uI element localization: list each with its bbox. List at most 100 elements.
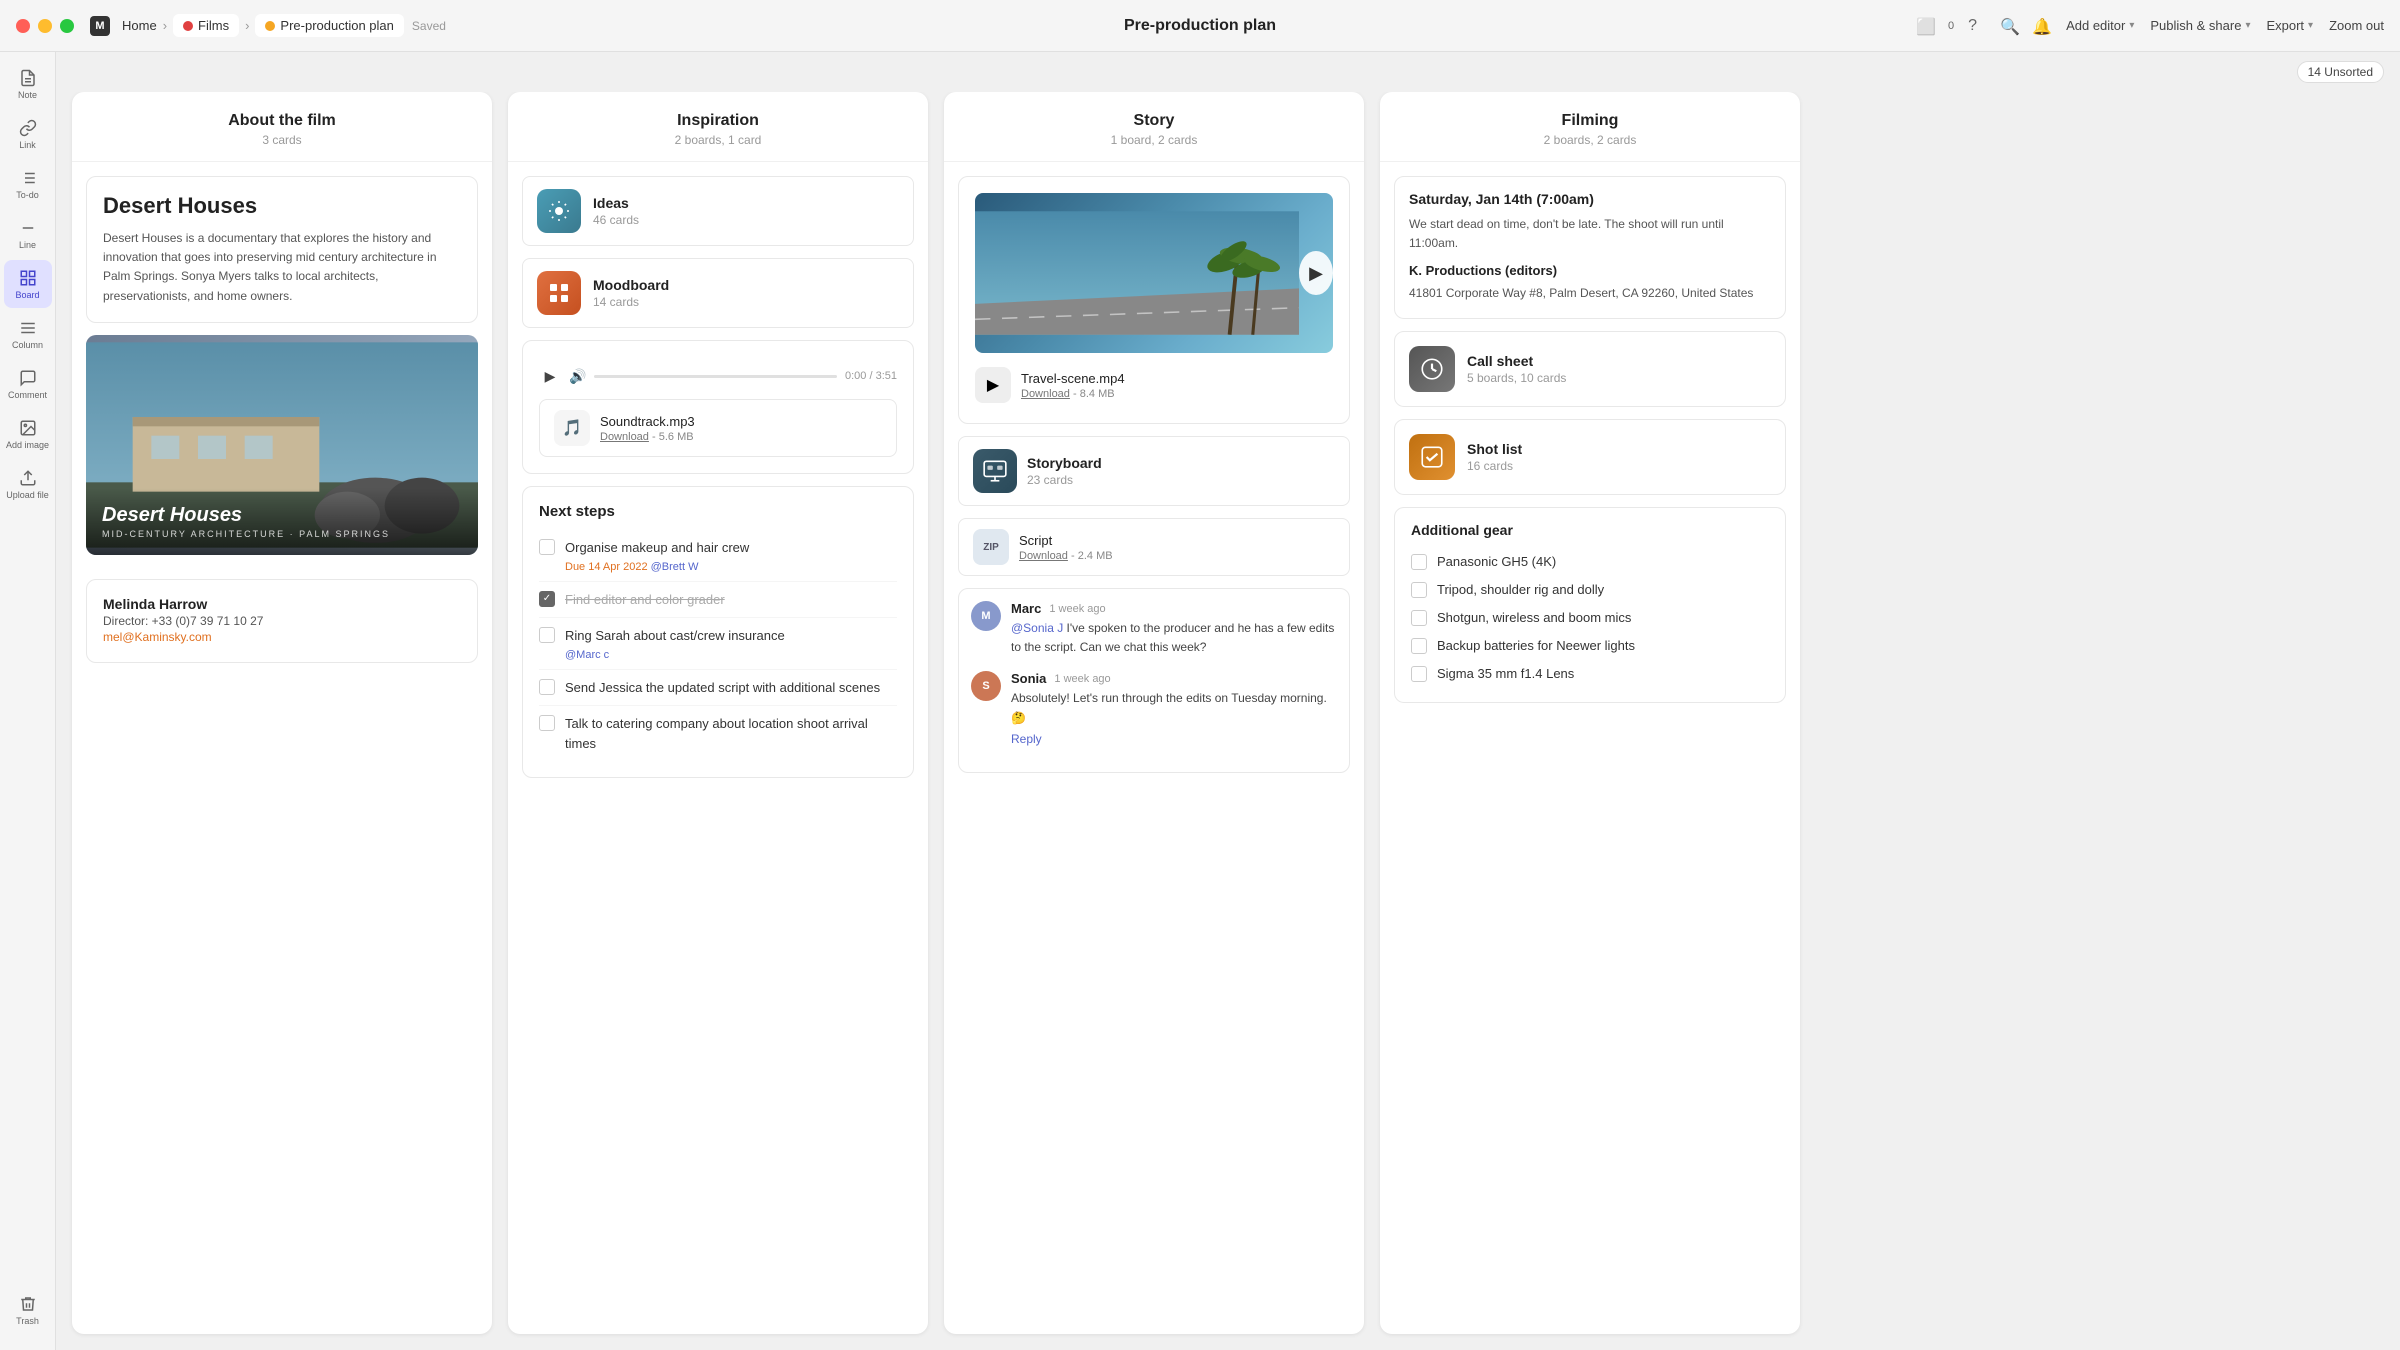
todo-checkbox-4[interactable] bbox=[539, 679, 555, 695]
minimize-button[interactable] bbox=[38, 19, 52, 33]
sidebar-item-link[interactable]: Link bbox=[4, 110, 52, 158]
call-sheet-link[interactable]: Call sheet 5 boards, 10 cards bbox=[1394, 331, 1786, 407]
sidebar-bottom: Trash bbox=[4, 1286, 52, 1342]
breadcrumb-home[interactable]: Home bbox=[122, 18, 157, 33]
contact-card: Melinda Harrow Director: +33 (0)7 39 71 … bbox=[86, 579, 478, 663]
gear-checkbox-5[interactable] bbox=[1411, 666, 1427, 682]
gear-checkbox-1[interactable] bbox=[1411, 554, 1427, 570]
todo-checkbox-5[interactable] bbox=[539, 715, 555, 731]
moodboard-link-card[interactable]: Moodboard 14 cards bbox=[522, 258, 914, 328]
storyboard-text: Storyboard 23 cards bbox=[1027, 455, 1102, 487]
inspiration-content: Ideas 46 cards Moodboard 14 cards bbox=[508, 162, 928, 792]
board-filming: Filming 2 boards, 2 cards Saturday, Jan … bbox=[1380, 92, 1800, 1334]
script-download-link[interactable]: Download bbox=[1019, 550, 1068, 562]
contact-email[interactable]: mel@Kaminsky.com bbox=[103, 630, 212, 644]
gear-item-5: Sigma 35 mm f1.4 Lens bbox=[1411, 660, 1769, 688]
board-about-film-header: About the film 3 cards bbox=[72, 92, 492, 162]
script-size-sep: - bbox=[1071, 550, 1078, 562]
about-film-content: Desert Houses Desert Houses is a documen… bbox=[72, 162, 492, 677]
video-download-link[interactable]: Download bbox=[1021, 388, 1070, 400]
todo-text-1: Organise makeup and hair crew bbox=[565, 538, 749, 558]
todo-text-3: Ring Sarah about cast/crew insurance bbox=[565, 626, 785, 646]
todo-content-2: Find editor and color grader bbox=[565, 590, 725, 610]
todo-item-2: ✓ Find editor and color grader bbox=[539, 582, 897, 619]
todo-checkbox-2[interactable]: ✓ bbox=[539, 591, 555, 607]
breadcrumb-plan[interactable]: Pre-production plan bbox=[255, 14, 403, 37]
todo-item-1: Organise makeup and hair crew Due 14 Apr… bbox=[539, 530, 897, 582]
breadcrumb-sep2: › bbox=[245, 18, 249, 33]
sidebar-upload-label: Upload file bbox=[6, 490, 49, 500]
story-subtitle: 1 board, 2 cards bbox=[960, 133, 1348, 147]
video-size-sep: - bbox=[1073, 388, 1080, 400]
sidebar-item-add-image[interactable]: Add image bbox=[4, 410, 52, 458]
sidebar-item-board[interactable]: Board bbox=[4, 260, 52, 308]
comment-marc: M Marc 1 week ago @Sonia J I've spoken t… bbox=[971, 601, 1337, 657]
close-button[interactable] bbox=[16, 19, 30, 33]
sidebar-item-column[interactable]: Column bbox=[4, 310, 52, 358]
video-bg: ▶ bbox=[975, 193, 1333, 353]
video-size: 8.4 MB bbox=[1080, 388, 1115, 400]
sidebar-item-upload[interactable]: Upload file bbox=[4, 460, 52, 508]
app-icon: M bbox=[90, 16, 110, 36]
publish-share-button[interactable]: Publish & share ▾ bbox=[2150, 18, 2250, 33]
video-play-button[interactable]: ▶ bbox=[1299, 251, 1333, 295]
sonia-author: Sonia bbox=[1011, 671, 1046, 686]
video-file-card: ▶ Travel-scene.mp4 Download - 8.4 MB bbox=[975, 363, 1333, 407]
file-download-info: Download - 5.6 MB bbox=[600, 431, 695, 443]
filming-title: Filming bbox=[1396, 112, 1784, 130]
download-link[interactable]: Download bbox=[600, 431, 649, 443]
add-editor-button[interactable]: Add editor ▾ bbox=[2066, 18, 2134, 33]
films-dot bbox=[183, 21, 193, 31]
search-icon[interactable]: 🔍 bbox=[2000, 17, 2018, 35]
titlebar: M Home › Films › Pre-production plan Sav… bbox=[0, 0, 2400, 52]
sidebar-item-line[interactable]: Line bbox=[4, 210, 52, 258]
gear-label-1: Panasonic GH5 (4K) bbox=[1437, 554, 1556, 569]
video-scene-svg bbox=[975, 193, 1299, 353]
breadcrumb: M Home › Films › Pre-production plan bbox=[90, 14, 404, 37]
sidebar-item-trash[interactable]: Trash bbox=[4, 1286, 52, 1334]
video-thumbnail[interactable]: ▶ bbox=[975, 193, 1333, 353]
shot-list-title: Shot list bbox=[1467, 441, 1522, 457]
storyboard-link-sub: 23 cards bbox=[1027, 473, 1102, 487]
todo-text-4: Send Jessica the updated script with add… bbox=[565, 678, 880, 698]
shot-list-link[interactable]: Shot list 16 cards bbox=[1394, 419, 1786, 495]
script-icon: ZIP bbox=[973, 529, 1009, 565]
sidebar-item-note[interactable]: Note bbox=[4, 60, 52, 108]
audio-progress-bar[interactable] bbox=[594, 375, 837, 378]
zoom-out-button[interactable]: Zoom out bbox=[2329, 18, 2384, 33]
bell-icon[interactable]: 🔔 bbox=[2032, 17, 2050, 35]
todo-content-3: Ring Sarah about cast/crew insurance @Ma… bbox=[565, 626, 785, 661]
contact-role: Director: +33 (0)7 39 71 10 27 bbox=[103, 614, 461, 628]
todo-person-1: @Brett W bbox=[651, 561, 699, 573]
audio-current: 0:00 bbox=[845, 370, 866, 382]
gear-checkbox-2[interactable] bbox=[1411, 582, 1427, 598]
sidebar-board-label: Board bbox=[15, 290, 39, 300]
video-file-icon: ▶ bbox=[975, 367, 1011, 403]
ideas-link-card[interactable]: Ideas 46 cards bbox=[522, 176, 914, 246]
gear-label-5: Sigma 35 mm f1.4 Lens bbox=[1437, 666, 1574, 681]
sidebar-item-todo[interactable]: To-do bbox=[4, 160, 52, 208]
maximize-button[interactable] bbox=[60, 19, 74, 33]
script-file-name: Script bbox=[1019, 533, 1113, 548]
reply-button[interactable]: Reply bbox=[1011, 732, 1337, 746]
export-button[interactable]: Export ▾ bbox=[2266, 18, 2313, 33]
script-size: 2.4 MB bbox=[1078, 550, 1113, 562]
page-title: Pre-production plan bbox=[1124, 17, 1276, 35]
todo-checkbox-1[interactable] bbox=[539, 539, 555, 555]
todo-item-4: Send Jessica the updated script with add… bbox=[539, 670, 897, 707]
sidebar-item-comment[interactable]: Comment bbox=[4, 360, 52, 408]
file-icon: 🎵 bbox=[554, 410, 590, 446]
filming-body: We start dead on time, don't be late. Th… bbox=[1409, 215, 1771, 253]
audio-play-button[interactable]: ▶ bbox=[539, 365, 561, 387]
board-story: Story 1 board, 2 cards bbox=[944, 92, 1364, 1334]
storyboard-link[interactable]: Storyboard 23 cards bbox=[958, 436, 1350, 506]
gear-checkbox-4[interactable] bbox=[1411, 638, 1427, 654]
call-sheet-icon bbox=[1409, 346, 1455, 392]
sonia-time: 1 week ago bbox=[1054, 673, 1110, 685]
todo-checkbox-3[interactable] bbox=[539, 627, 555, 643]
breadcrumb-films[interactable]: Films bbox=[173, 14, 239, 37]
file-size-sep: - bbox=[652, 431, 659, 443]
gear-checkbox-3[interactable] bbox=[1411, 610, 1427, 626]
todo-item-5: Talk to catering company about location … bbox=[539, 706, 897, 761]
help-icon[interactable]: ? bbox=[1968, 17, 1986, 35]
